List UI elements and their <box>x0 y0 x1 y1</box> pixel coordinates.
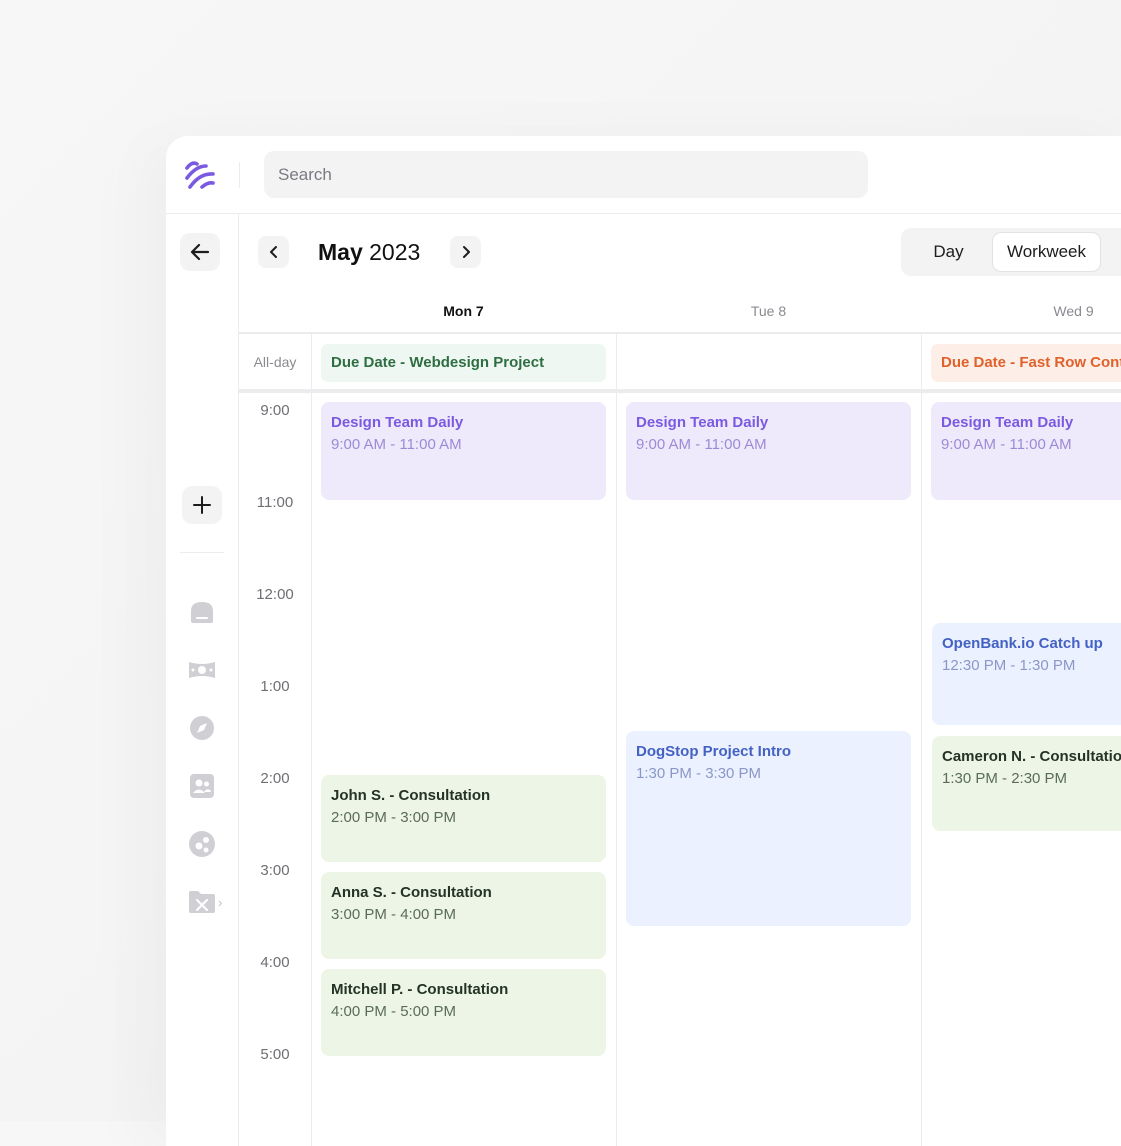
arrow-left-icon <box>190 243 210 261</box>
event-card[interactable]: Design Team Daily 9:00 AM - 11:00 AM <box>626 402 911 500</box>
event-time: 2:00 PM - 3:00 PM <box>331 809 457 826</box>
logo-divider <box>239 162 240 188</box>
prev-month-button[interactable] <box>258 236 289 268</box>
calendar-grid: Mon 7 Tue 8 Wed 9 All-day Due Date - Web… <box>239 293 1121 1146</box>
chevron-left-icon <box>269 246 277 258</box>
event-title: OpenBank.io Catch up <box>942 635 1103 652</box>
event-time: 1:30 PM - 3:30 PM <box>636 765 762 782</box>
view-option-workweek[interactable]: Workweek <box>993 233 1100 271</box>
event-card[interactable]: Cameron N. - Consultation 1:30 PM - 2:30… <box>932 736 1121 831</box>
tools-folder-icon[interactable] <box>188 888 216 916</box>
contacts-icon[interactable] <box>188 772 216 800</box>
allday-event[interactable]: Due Date - Webdesign Project <box>321 344 606 382</box>
back-button[interactable] <box>180 233 220 271</box>
day-header-tue[interactable]: Tue 8 <box>616 303 921 319</box>
allday-row: All-day Due Date - Webdesign Project Due… <box>239 334 1121 392</box>
event-card[interactable]: DogStop Project Intro 1:30 PM - 3:30 PM <box>626 731 911 926</box>
event-card[interactable]: Anna S. - Consultation 3:00 PM - 4:00 PM <box>321 872 606 959</box>
calendar-app: Search › May 2023 Day Workweek Mon 7 Tue… <box>166 136 1121 1146</box>
event-title: Anna S. - Consultation <box>331 884 492 901</box>
year: 2023 <box>369 239 421 265</box>
event-time: 3:00 PM - 4:00 PM <box>331 906 457 923</box>
chevron-right-icon <box>462 246 470 258</box>
allday-separator <box>239 389 1121 393</box>
search-input[interactable]: Search <box>264 151 868 198</box>
event-title: Mitchell P. - Consultation <box>331 981 509 998</box>
search-placeholder: Search <box>278 164 332 184</box>
plus-icon <box>193 496 211 514</box>
money-icon[interactable] <box>188 656 216 684</box>
time-label: 4:00 <box>260 954 290 971</box>
event-time: 9:00 AM - 11:00 AM <box>636 436 767 453</box>
event-card[interactable]: Design Team Daily 9:00 AM - 11:00 AM <box>931 402 1121 500</box>
next-month-button[interactable] <box>450 236 481 268</box>
event-card[interactable]: Design Team Daily 9:00 AM - 11:00 AM <box>321 402 606 500</box>
chevron-right-icon[interactable]: › <box>218 895 222 910</box>
time-label: 2:00 <box>260 770 290 787</box>
event-card[interactable]: OpenBank.io Catch up 12:30 PM - 1:30 PM <box>932 623 1121 725</box>
time-label: 12:00 <box>256 586 294 603</box>
event-title: Design Team Daily <box>331 414 464 431</box>
time-label: 11:00 <box>256 494 294 511</box>
event-title: John S. - Consultation <box>331 787 491 804</box>
compass-icon[interactable] <box>188 714 216 742</box>
apps-icon[interactable] <box>188 830 216 858</box>
event-card[interactable]: Mitchell P. - Consultation 4:00 PM - 5:0… <box>321 969 606 1056</box>
sidebar-separator <box>180 552 224 553</box>
event-card[interactable]: John S. - Consultation 2:00 PM - 3:00 PM <box>321 775 606 862</box>
add-event-button[interactable] <box>182 486 222 524</box>
event-time: 12:30 PM - 1:30 PM <box>942 657 1076 674</box>
event-title: Design Team Daily <box>941 414 1074 431</box>
time-label: 1:00 <box>260 678 290 695</box>
allday-label: All-day <box>253 354 297 370</box>
event-time: 4:00 PM - 5:00 PM <box>331 1003 457 1020</box>
event-title: Cameron N. - Consultation <box>942 748 1121 765</box>
time-label: 3:00 <box>260 862 290 879</box>
month-title: May 2023 <box>318 237 420 267</box>
day-header-wed[interactable]: Wed 9 <box>921 303 1121 319</box>
top-bar: Search <box>166 136 1121 214</box>
event-title: DogStop Project Intro <box>636 743 791 760</box>
view-switcher: Day Workweek <box>901 228 1121 276</box>
event-time: 9:00 AM - 11:00 AM <box>941 436 1072 453</box>
time-label: 5:00 <box>260 1046 290 1063</box>
column-divider <box>311 334 312 1146</box>
column-divider <box>616 334 617 1146</box>
home-icon[interactable] <box>188 598 216 626</box>
view-option-day[interactable]: Day <box>911 233 986 271</box>
allday-event[interactable]: Due Date - Fast Row Contr <box>931 344 1121 382</box>
event-time: 1:30 PM - 2:30 PM <box>942 770 1068 787</box>
sidebar: › <box>166 213 239 1146</box>
time-label: 9:00 <box>260 402 290 419</box>
event-time: 9:00 AM - 11:00 AM <box>331 436 462 453</box>
day-header-mon[interactable]: Mon 7 <box>311 303 616 319</box>
month-name: May <box>318 239 363 265</box>
app-logo-icon[interactable] <box>184 158 216 190</box>
column-divider <box>921 334 922 1146</box>
event-title: Design Team Daily <box>636 414 769 431</box>
